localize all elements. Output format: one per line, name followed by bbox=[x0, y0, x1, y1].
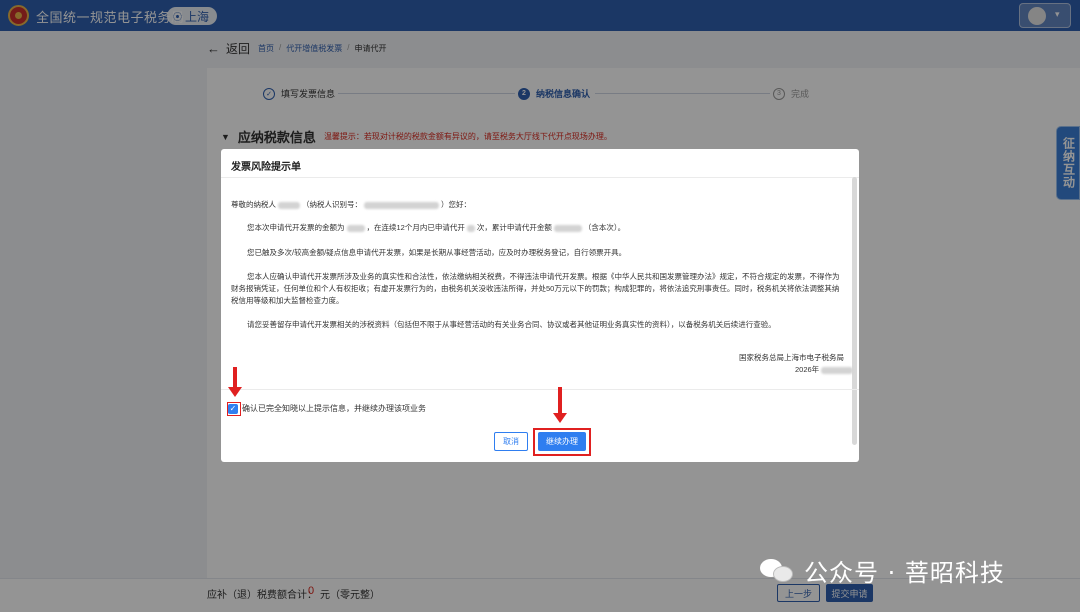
confirm-checkbox-row[interactable]: ✓ 确认已完全知晓以上提示信息，并继续办理该项业务 bbox=[228, 403, 426, 414]
paragraph-retain: 请您妥善留存申请代开发票相关的涉税资料（包括但不限于从事经营活动的有关业务合同、… bbox=[247, 320, 776, 329]
invoice-risk-modal: 发票风险提示单 尊敬的纳税人 （纳税人识别号： ）您好： 您本次申请代开发票的金额为… bbox=[221, 149, 859, 462]
cancel-button[interactable]: 取消 bbox=[494, 432, 528, 451]
greeting-prefix: 尊敬的纳税人 bbox=[231, 200, 276, 209]
modal-title: 发票风险提示单 bbox=[231, 162, 301, 173]
signature-date: 2026年 bbox=[795, 364, 855, 376]
watermark: 公众号 · 菩昭科技 bbox=[760, 553, 1005, 588]
continue-button[interactable]: 继续办理 bbox=[538, 432, 586, 451]
redacted-count bbox=[466, 224, 475, 232]
redacted-tax-id bbox=[364, 201, 439, 209]
greeting-mid: （纳税人识别号： bbox=[302, 200, 362, 209]
divider bbox=[221, 177, 859, 178]
paragraph-legal: 您本人应确认申请代开发票所涉及业务的真实性和合法性，依法缴纳相关税费，不得违法申… bbox=[231, 272, 840, 305]
redacted-total bbox=[553, 224, 582, 232]
greeting-suffix: ）您好： bbox=[441, 200, 471, 209]
para1-c: 次，累计申请代开金额 bbox=[476, 223, 552, 232]
date-prefix: 2026年 bbox=[795, 365, 820, 374]
divider bbox=[221, 389, 859, 390]
redacted-date bbox=[821, 366, 854, 374]
para1-a: 您本次申请代开发票的金额为 bbox=[247, 223, 345, 232]
annotation-arrow-icon bbox=[553, 387, 567, 425]
para1-d: （含本次）。 bbox=[583, 223, 626, 232]
watermark-text: 公众号 · 菩昭科技 bbox=[804, 559, 1005, 587]
greeting: 尊敬的纳税人 （纳税人识别号： ）您好： bbox=[231, 199, 471, 211]
redacted-name bbox=[278, 201, 300, 209]
redacted-amount bbox=[346, 224, 365, 232]
paragraph-amount: 您本次申请代开发票的金额为 ，在连续12个月内已申请代开 次，累计申请代开金额 （含本… bbox=[231, 222, 845, 234]
confirm-checkbox[interactable]: ✓ bbox=[228, 403, 238, 414]
confirm-label: 确认已完全知晓以上提示信息，并继续办理该项业务 bbox=[242, 404, 426, 413]
modal-scrollbar[interactable] bbox=[852, 177, 857, 445]
paragraph-notice: 您已触及多次/较高金额/疑点信息申请代开发票，如果是长期从事经营活动，应及时办理… bbox=[247, 248, 627, 257]
annotation-arrow-icon bbox=[228, 367, 242, 397]
para1-b: ，在连续12个月内已申请代开 bbox=[366, 223, 465, 232]
signature: 国家税务总局上海市电子税务局 bbox=[739, 353, 844, 362]
wechat-icon bbox=[760, 557, 796, 585]
